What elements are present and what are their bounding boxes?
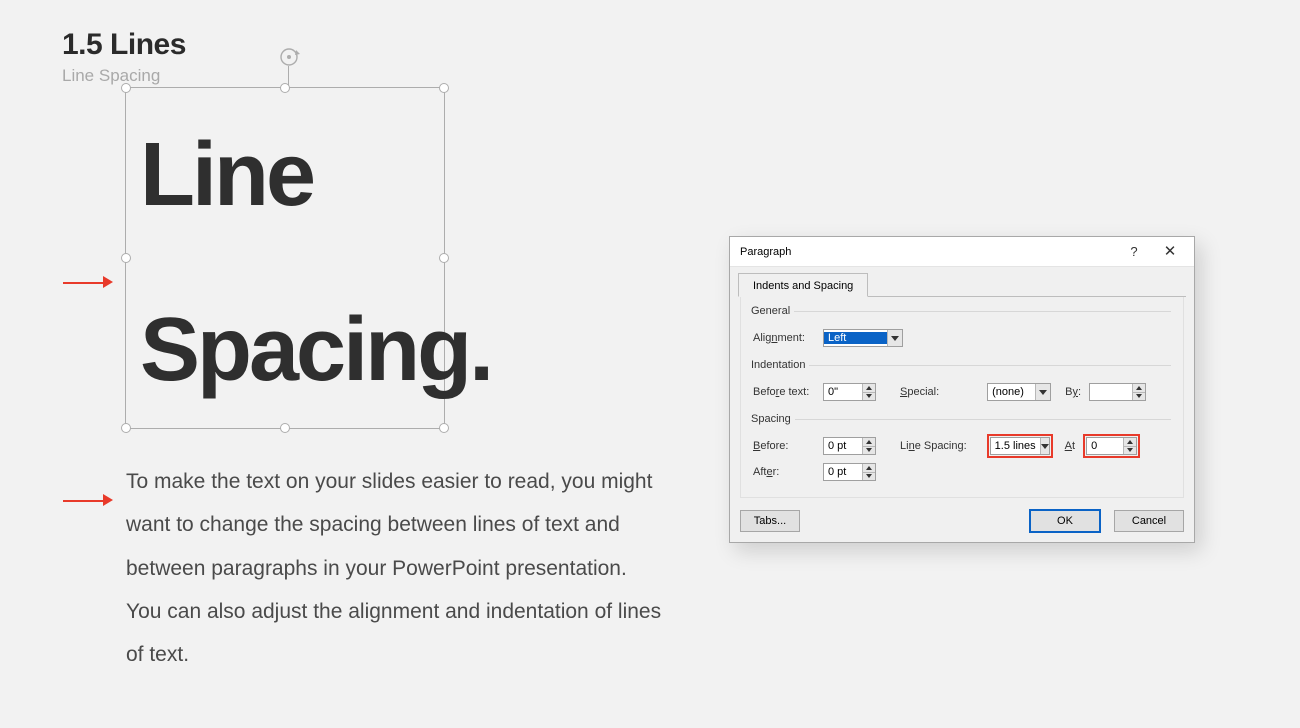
cancel-button[interactable]: Cancel — [1114, 510, 1184, 532]
spinner-up-icon[interactable] — [863, 464, 875, 473]
group-spacing-legend: Spacing — [751, 413, 795, 425]
spinner-down-icon[interactable] — [1124, 447, 1136, 455]
chevron-down-icon[interactable] — [1040, 438, 1049, 454]
chevron-down-icon[interactable] — [887, 330, 902, 346]
page-heading: 1.5 Lines — [62, 28, 186, 62]
spinner-down-icon[interactable] — [863, 447, 875, 455]
resize-handle-tm[interactable] — [280, 83, 290, 93]
line-spacing-combo[interactable]: 1.5 lines — [990, 437, 1050, 455]
tabs-button[interactable]: Tabs... — [740, 510, 800, 532]
resize-handle-bm[interactable] — [280, 423, 290, 433]
line-spacing-value: 1.5 lines — [991, 440, 1040, 452]
dialog-tabstrip: Indents and Spacing — [738, 273, 1186, 297]
resize-handle-ml[interactable] — [121, 253, 131, 263]
at-spinner[interactable]: 0 — [1086, 437, 1137, 455]
alignment-label: Alignment: — [753, 332, 815, 344]
annotation-arrow-icon — [63, 494, 113, 508]
after-label: After: — [753, 466, 815, 478]
paragraph-dialog: Paragraph ? ✕ Indents and Spacing Genera… — [729, 236, 1195, 543]
rotate-handle-icon[interactable] — [278, 46, 300, 68]
by-label: By: — [1065, 386, 1081, 398]
before-text-label: Before text: — [753, 386, 815, 398]
dialog-titlebar[interactable]: Paragraph ? ✕ — [730, 237, 1194, 267]
alignment-combo[interactable]: Left — [823, 329, 903, 347]
special-combo[interactable]: (none) — [987, 383, 1051, 401]
resize-handle-tr[interactable] — [439, 83, 449, 93]
group-general-legend: General — [751, 305, 794, 317]
selected-textbox[interactable]: Line Spacing. — [125, 87, 445, 429]
resize-handle-tl[interactable] — [121, 83, 131, 93]
resize-handle-br[interactable] — [439, 423, 449, 433]
alignment-value: Left — [824, 332, 887, 344]
spinner-down-icon[interactable] — [863, 393, 875, 401]
at-label: At — [1065, 440, 1075, 452]
spinner-up-icon[interactable] — [863, 438, 875, 447]
dialog-panel: General Alignment: Left Indentation Befo… — [740, 297, 1184, 498]
before-spinner[interactable]: 0 pt — [823, 437, 876, 455]
spinner-up-icon[interactable] — [1124, 438, 1136, 447]
before-label: Before: — [753, 440, 815, 452]
spinner-down-icon[interactable] — [1133, 393, 1145, 401]
close-button[interactable]: ✕ — [1152, 237, 1188, 267]
resize-handle-mr[interactable] — [439, 253, 449, 263]
textbox-line2: Spacing. — [140, 283, 434, 418]
after-value: 0 pt — [824, 464, 862, 480]
group-indentation-legend: Indentation — [751, 359, 809, 371]
annotation-arrow-icon — [63, 276, 113, 290]
highlight-at: 0 — [1083, 434, 1140, 458]
before-text-value: 0" — [824, 384, 862, 400]
dialog-title: Paragraph — [740, 246, 791, 258]
after-spinner[interactable]: 0 pt — [823, 463, 876, 481]
spinner-up-icon[interactable] — [1133, 384, 1145, 393]
spinner-up-icon[interactable] — [863, 384, 875, 393]
by-spinner[interactable] — [1089, 383, 1146, 401]
before-value: 0 pt — [824, 438, 862, 454]
before-text-spinner[interactable]: 0" — [823, 383, 876, 401]
ok-button[interactable]: OK — [1030, 510, 1100, 532]
resize-handle-bl[interactable] — [121, 423, 131, 433]
by-value — [1090, 384, 1132, 400]
chevron-down-icon[interactable] — [1035, 384, 1050, 400]
page-subheading: Line Spacing — [62, 66, 160, 86]
description-text: To make the text on your slides easier t… — [126, 460, 666, 676]
tab-indents-and-spacing[interactable]: Indents and Spacing — [738, 273, 868, 297]
textbox-line1: Line — [140, 108, 434, 243]
spinner-down-icon[interactable] — [863, 473, 875, 481]
line-spacing-label: Line Spacing: — [900, 440, 967, 452]
dialog-button-row: Tabs... OK Cancel — [730, 504, 1194, 542]
special-value: (none) — [988, 386, 1035, 398]
help-button[interactable]: ? — [1116, 237, 1152, 267]
highlight-line-spacing: 1.5 lines — [987, 434, 1053, 458]
at-value: 0 — [1087, 438, 1123, 454]
special-label: Special: — [900, 386, 939, 398]
